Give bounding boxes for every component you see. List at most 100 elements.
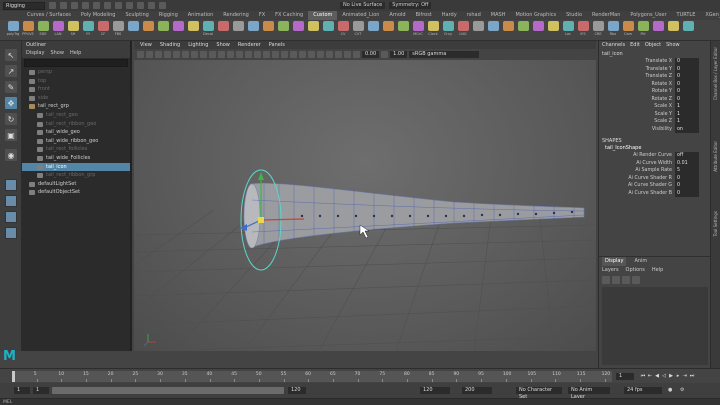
channel-rotate-x[interactable]: Rotate X0 [599, 80, 710, 88]
shelf-button-24[interactable] [366, 21, 380, 39]
shelf-button-35[interactable] [531, 21, 545, 39]
live-surface-field[interactable]: No Live Surface [340, 2, 386, 9]
shelf-tab-animation[interactable]: Animation [183, 11, 219, 20]
shelf-button-21[interactable] [321, 21, 335, 39]
shelf-button-19[interactable] [291, 21, 305, 39]
shelf-tab-animated-lion[interactable]: Animated_Lion [337, 11, 384, 20]
open-scene-icon[interactable] [60, 2, 67, 9]
undo-icon[interactable] [82, 2, 89, 9]
wireframe-on-shaded-icon[interactable] [245, 51, 252, 58]
grid-icon[interactable] [173, 51, 180, 58]
outliner-item-tail-icon[interactable]: tail_icon [22, 162, 130, 172]
depth-of-field-icon[interactable] [308, 51, 315, 58]
shelf-button-cvt[interactable]: CVT [351, 21, 365, 39]
anim-end-field[interactable]: 200 [462, 387, 492, 394]
shelf-button-17[interactable] [261, 21, 275, 39]
shelf-button-cv[interactable]: CV [336, 21, 350, 39]
new-layer-selected-icon[interactable] [632, 275, 640, 284]
menu-set-dropdown[interactable]: Rigging [3, 1, 45, 10]
shelf-button-ifs[interactable]: IFS [576, 21, 590, 39]
shelf-button-12[interactable] [186, 21, 200, 39]
shelf-tab-turtle[interactable]: TURTLE [672, 11, 701, 20]
outliner-item-defaultlightset[interactable]: defaultLightSet [22, 180, 130, 189]
ambient-occlusion-icon[interactable] [281, 51, 288, 58]
channel-translate-x[interactable]: Translate X0 [599, 58, 710, 66]
shelf-button-45[interactable] [681, 21, 695, 39]
save-scene-icon[interactable] [71, 2, 78, 9]
shelf-button-polytrg[interactable]: polyTrg [6, 21, 20, 39]
channel-rotate-y[interactable]: Rotate Y0 [599, 88, 710, 96]
select-tool-icon[interactable]: ↖ [5, 49, 17, 61]
channel-rotate-z[interactable]: Rotate Z0 [599, 95, 710, 103]
layer-down-icon[interactable] [612, 275, 620, 284]
shelf-tab-polygons-user[interactable]: Polygons_User [625, 11, 671, 20]
shelf-button-ede[interactable]: EDE [36, 21, 50, 39]
last-tool-icon[interactable]: ◉ [5, 149, 17, 161]
image-plane-icon[interactable] [164, 51, 171, 58]
snap-curve-icon[interactable] [148, 2, 155, 9]
time-slider-track[interactable]: 5 10 15 20 25 30 35 40 45 50 55 60 65 70 75 80 85 90 95 100… [12, 371, 612, 382]
snap-grid-icon[interactable] [137, 2, 144, 9]
layer-menu-layers[interactable]: Layers [602, 266, 619, 274]
tail-geometry[interactable] [243, 182, 585, 249]
gate-mask-icon[interactable] [200, 51, 207, 58]
channel-value-field[interactable]: 0 [675, 58, 699, 66]
paint-select-tool-icon[interactable]: ✎ [5, 81, 17, 93]
channel-box-menu-show[interactable]: Show [666, 41, 680, 50]
go-to-start-icon[interactable]: ⏮ [640, 372, 646, 380]
new-scene-icon[interactable] [49, 2, 56, 9]
colorspace-dropdown[interactable]: sRGB gamma [409, 51, 480, 58]
outliner-item-tail-wide-ribbon-geo[interactable]: tail_wide_ribbon_geo [22, 137, 130, 146]
viewport-canvas[interactable] [134, 60, 596, 351]
channel-translate-z[interactable]: Translate Z0 [599, 73, 710, 81]
select-object-icon[interactable] [115, 2, 122, 9]
shelf-button-14[interactable] [216, 21, 230, 39]
playback-end-field[interactable]: 120 [288, 387, 306, 394]
new-layer-icon[interactable] [622, 275, 630, 284]
shelf-button-lan[interactable]: LAN [51, 21, 65, 39]
viewport-menu-panels[interactable]: Panels [269, 41, 285, 49]
outliner-menu-show[interactable]: Show [50, 49, 64, 58]
shelf-button-9[interactable] [141, 21, 155, 39]
four-pane-layout-icon[interactable] [5, 195, 17, 207]
channel-ai-render-curve[interactable]: Ai Render Curve off [599, 152, 710, 160]
shelf-button-25[interactable] [381, 21, 395, 39]
layer-tab-anim[interactable]: Anim [634, 257, 647, 266]
go-to-end-icon[interactable]: ⏭ [689, 372, 695, 380]
rotate-tool-icon[interactable]: ↻ [5, 113, 17, 125]
resolution-gate-icon[interactable] [191, 51, 198, 58]
channel-value-field[interactable]: 5 [675, 167, 699, 175]
channel-value-field[interactable]: 0 [675, 65, 699, 73]
smooth-shade-icon[interactable] [236, 51, 243, 58]
channel-box-menu-edit[interactable]: Edit [630, 41, 640, 50]
shelf-tab-rshad[interactable]: rshad [462, 11, 486, 20]
channel-scale-y[interactable]: Scale Y1 [599, 110, 710, 118]
range-bar[interactable] [52, 387, 284, 394]
shelf-tab-renderman[interactable]: RenderMan [587, 11, 625, 20]
preferences-icon[interactable]: ⚙ [680, 387, 684, 394]
shelf-button-cre[interactable]: CRE [591, 21, 605, 39]
side-tab-attribute-editor[interactable]: Attribute Editor [713, 141, 718, 172]
channel-scale-z[interactable]: Scale Z1 [599, 118, 710, 126]
outliner-item-front[interactable]: front [22, 85, 130, 94]
shelf-tab-custom[interactable]: Custom [308, 11, 338, 20]
shelf-tab-sculpting[interactable]: Sculpting [120, 11, 153, 20]
channel-value-field[interactable]: 0 [675, 88, 699, 96]
shelf-button-10[interactable] [156, 21, 170, 39]
outliner-layout-icon[interactable] [5, 227, 17, 239]
shelf-button-43[interactable] [651, 21, 665, 39]
shelf-button-lng[interactable]: LNG [456, 21, 470, 39]
select-hierarchy-icon[interactable] [104, 2, 111, 9]
field-chart-icon[interactable] [209, 51, 216, 58]
shelf-tab-motion-graphics[interactable]: Motion Graphics [510, 11, 561, 20]
shelf-tab-studio[interactable]: Studio [561, 11, 587, 20]
shadows-icon[interactable] [272, 51, 279, 58]
outliner-item-top[interactable]: top [22, 77, 130, 86]
shelf-tab-curves-surfaces[interactable]: Curves / Surfaces [22, 11, 76, 20]
channel-ai-curve-shader-g[interactable]: Ai Curve Shader G0 [599, 182, 710, 190]
film-gate-icon[interactable] [182, 51, 189, 58]
playback-start-field[interactable]: 1 [33, 387, 49, 394]
play-backwards-icon[interactable]: ◁ [661, 372, 667, 380]
gamma-field[interactable]: 1.00 [390, 51, 408, 58]
shelf-tab-fx-caching[interactable]: FX Caching [270, 11, 308, 20]
